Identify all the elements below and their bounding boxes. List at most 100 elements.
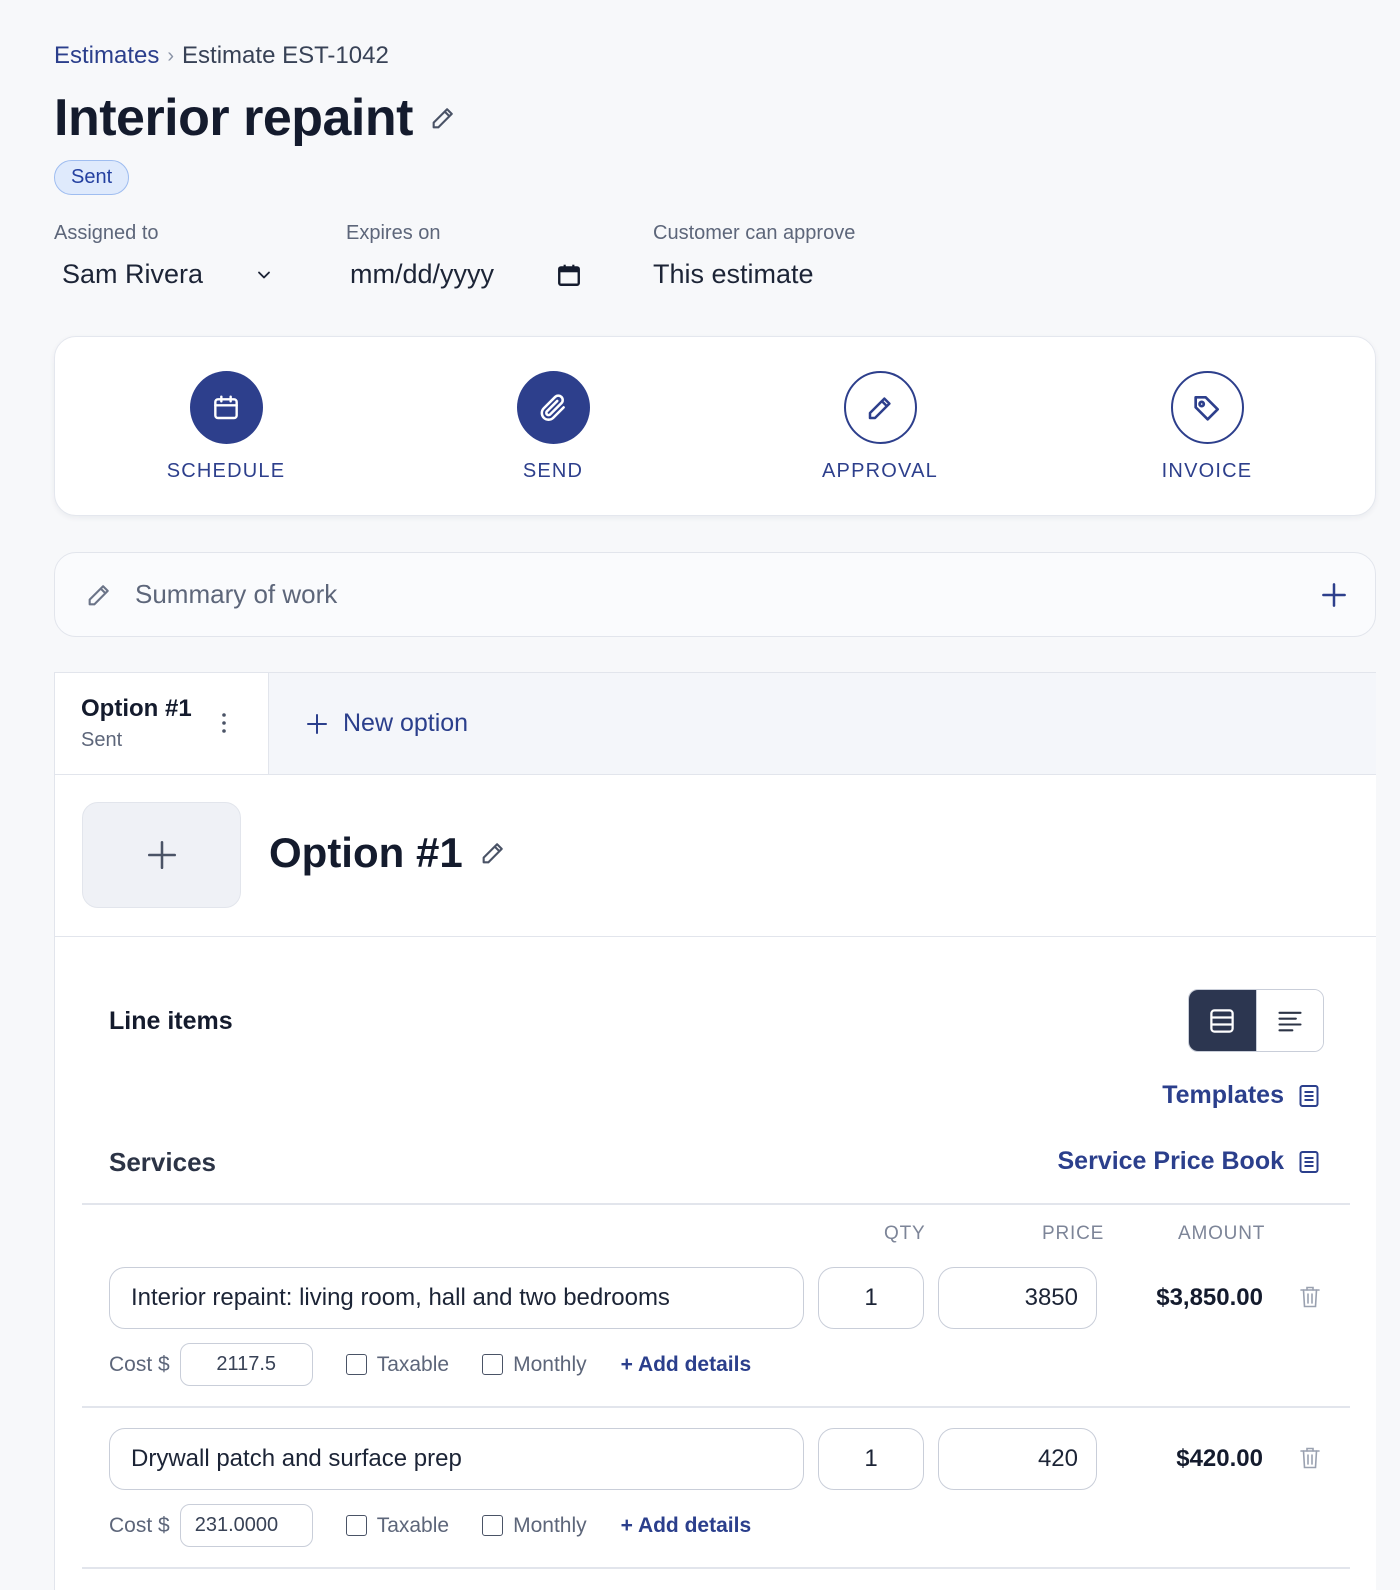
service-price-book-link[interactable]: Service Price Book: [1057, 1147, 1320, 1176]
add-summary-plus-icon[interactable]: [1319, 580, 1349, 610]
monthly-checkbox[interactable]: Monthly: [482, 1353, 587, 1377]
breadcrumb-separator: ›: [167, 44, 175, 67]
calendar-icon: [189, 371, 263, 444]
cost-label: Cost $: [109, 1513, 170, 1537]
qty-column-header: QTY: [884, 1223, 926, 1244]
plus-icon: [145, 838, 179, 872]
status-badge: Sent: [54, 160, 130, 195]
monthly-label: Monthly: [513, 1513, 587, 1537]
approval-action[interactable]: APPROVAL: [780, 371, 980, 483]
templates-link[interactable]: Templates: [1162, 1081, 1320, 1110]
edit-option-pencil-icon[interactable]: [479, 839, 507, 867]
taxable-label: Taxable: [376, 1352, 450, 1376]
option-title-row: Option #1: [269, 829, 507, 877]
detailed-view-button[interactable]: [1189, 990, 1256, 1051]
breadcrumb: Estimates › Estimate EST-1042: [54, 42, 389, 70]
item-price-input[interactable]: 420: [938, 1428, 1097, 1490]
summary-of-work[interactable]: Summary of work: [54, 552, 1376, 637]
new-option-label: New option: [343, 709, 469, 737]
pencil-icon: [843, 371, 917, 444]
estimate-meta: Assigned to Sam Rivera Expires on mm/dd/…: [54, 222, 855, 290]
invoice-action[interactable]: INVOICE: [1107, 371, 1307, 483]
assigned-select[interactable]: Sam Rivera: [54, 259, 346, 290]
checkbox-box: [345, 1515, 367, 1536]
item-name-input[interactable]: Interior repaint: living room, hall and …: [109, 1267, 804, 1329]
checkbox-box: [482, 1354, 504, 1375]
cost-input[interactable]: 231.0000: [179, 1504, 313, 1547]
divider: [82, 1406, 1350, 1408]
paperclip-icon: [516, 371, 590, 444]
item-qty-input[interactable]: 1: [818, 1267, 924, 1329]
item-amount: $3,850.00: [1156, 1284, 1263, 1311]
document-icon: [1298, 1150, 1320, 1174]
schedule-action[interactable]: SCHEDULE: [126, 371, 326, 483]
add-details-link[interactable]: + Add details: [621, 1353, 752, 1377]
edit-title-pencil-icon[interactable]: [429, 104, 457, 132]
text-align-left-icon: [1276, 1007, 1304, 1035]
assigned-value: Sam Rivera: [62, 259, 204, 289]
expires-label: Expires on: [346, 222, 441, 244]
option-title: Option #1: [269, 829, 463, 876]
monthly-checkbox[interactable]: Monthly: [482, 1514, 587, 1538]
item-name-input[interactable]: Drywall patch and surface prep: [109, 1428, 804, 1490]
approve-value[interactable]: This estimate: [653, 259, 855, 290]
approve-label: Customer can approve: [653, 222, 856, 244]
item-price-input[interactable]: 3850: [938, 1267, 1097, 1329]
compact-view-button[interactable]: [1255, 990, 1323, 1051]
option-header: Option #1: [55, 775, 1376, 937]
add-image-button[interactable]: [82, 802, 241, 908]
invoice-label: INVOICE: [1161, 460, 1253, 482]
calendar-icon[interactable]: [556, 262, 582, 288]
cost-label: Cost $: [109, 1352, 170, 1376]
pencil-icon: [85, 581, 113, 609]
schedule-label: SCHEDULE: [166, 460, 286, 482]
title-row: Interior repaint: [54, 88, 457, 148]
tab-option-status: Sent: [81, 729, 123, 751]
divider: [82, 1203, 1350, 1205]
breadcrumb-current: Estimate EST-1042: [182, 42, 389, 69]
add-details-link[interactable]: + Add details: [621, 1514, 752, 1538]
option-tabs: Option #1 Sent New option: [55, 673, 1376, 775]
services-label: Services: [109, 1147, 216, 1177]
approve-field: Customer can approve This estimate: [653, 222, 855, 290]
expires-date-input[interactable]: mm/dd/yyyy: [346, 259, 653, 290]
new-option-button[interactable]: New option: [269, 673, 468, 774]
item-qty-input[interactable]: 1: [818, 1428, 924, 1490]
divider: [82, 1567, 1350, 1569]
item-details-row: Cost $ 231.0000 Taxable Monthly + Add de…: [109, 1504, 751, 1547]
chevron-down-icon: [254, 265, 274, 285]
plus-icon: [305, 712, 329, 736]
send-label: SEND: [522, 460, 584, 482]
page-title: Interior repaint: [54, 89, 413, 147]
price-book-label: Service Price Book: [1057, 1147, 1284, 1175]
send-action[interactable]: SEND: [453, 371, 653, 483]
checkbox-box: [345, 1354, 367, 1375]
tab-option-name: Option #1: [81, 695, 192, 722]
trash-icon[interactable]: [1299, 1285, 1321, 1314]
kebab-menu-icon[interactable]: [220, 711, 228, 740]
taxable-label: Taxable: [376, 1513, 450, 1537]
trash-icon[interactable]: [1299, 1446, 1321, 1475]
expires-placeholder: mm/dd/yyyy: [350, 259, 495, 289]
checkbox-box: [482, 1515, 504, 1536]
monthly-label: Monthly: [513, 1352, 587, 1376]
document-icon: [1298, 1084, 1320, 1108]
taxable-checkbox[interactable]: Taxable: [345, 1513, 450, 1538]
item-details-row: Cost $ 2117.5 Taxable Monthly + Add deta…: [109, 1343, 751, 1386]
tab-option-1[interactable]: Option #1 Sent: [55, 673, 269, 774]
templates-label: Templates: [1162, 1081, 1284, 1109]
cost-input[interactable]: 2117.5: [179, 1343, 313, 1386]
taxable-checkbox[interactable]: Taxable: [345, 1352, 450, 1377]
list-detailed-icon: [1207, 1006, 1237, 1036]
expires-field: Expires on mm/dd/yyyy: [346, 222, 653, 290]
amount-column-header: AMOUNT: [1178, 1223, 1266, 1244]
breadcrumb-estimates-link[interactable]: Estimates: [54, 42, 159, 70]
line-items-label: Line items: [109, 1007, 233, 1035]
assigned-field: Assigned to Sam Rivera: [54, 222, 346, 290]
option-panel: Option #1 Sent New option Option #1 Line…: [54, 672, 1376, 1590]
assigned-label: Assigned to: [54, 222, 159, 244]
tag-icon: [1170, 371, 1244, 444]
summary-placeholder: Summary of work: [135, 579, 338, 609]
price-column-header: PRICE: [1042, 1223, 1105, 1244]
item-amount: $420.00: [1176, 1445, 1263, 1472]
